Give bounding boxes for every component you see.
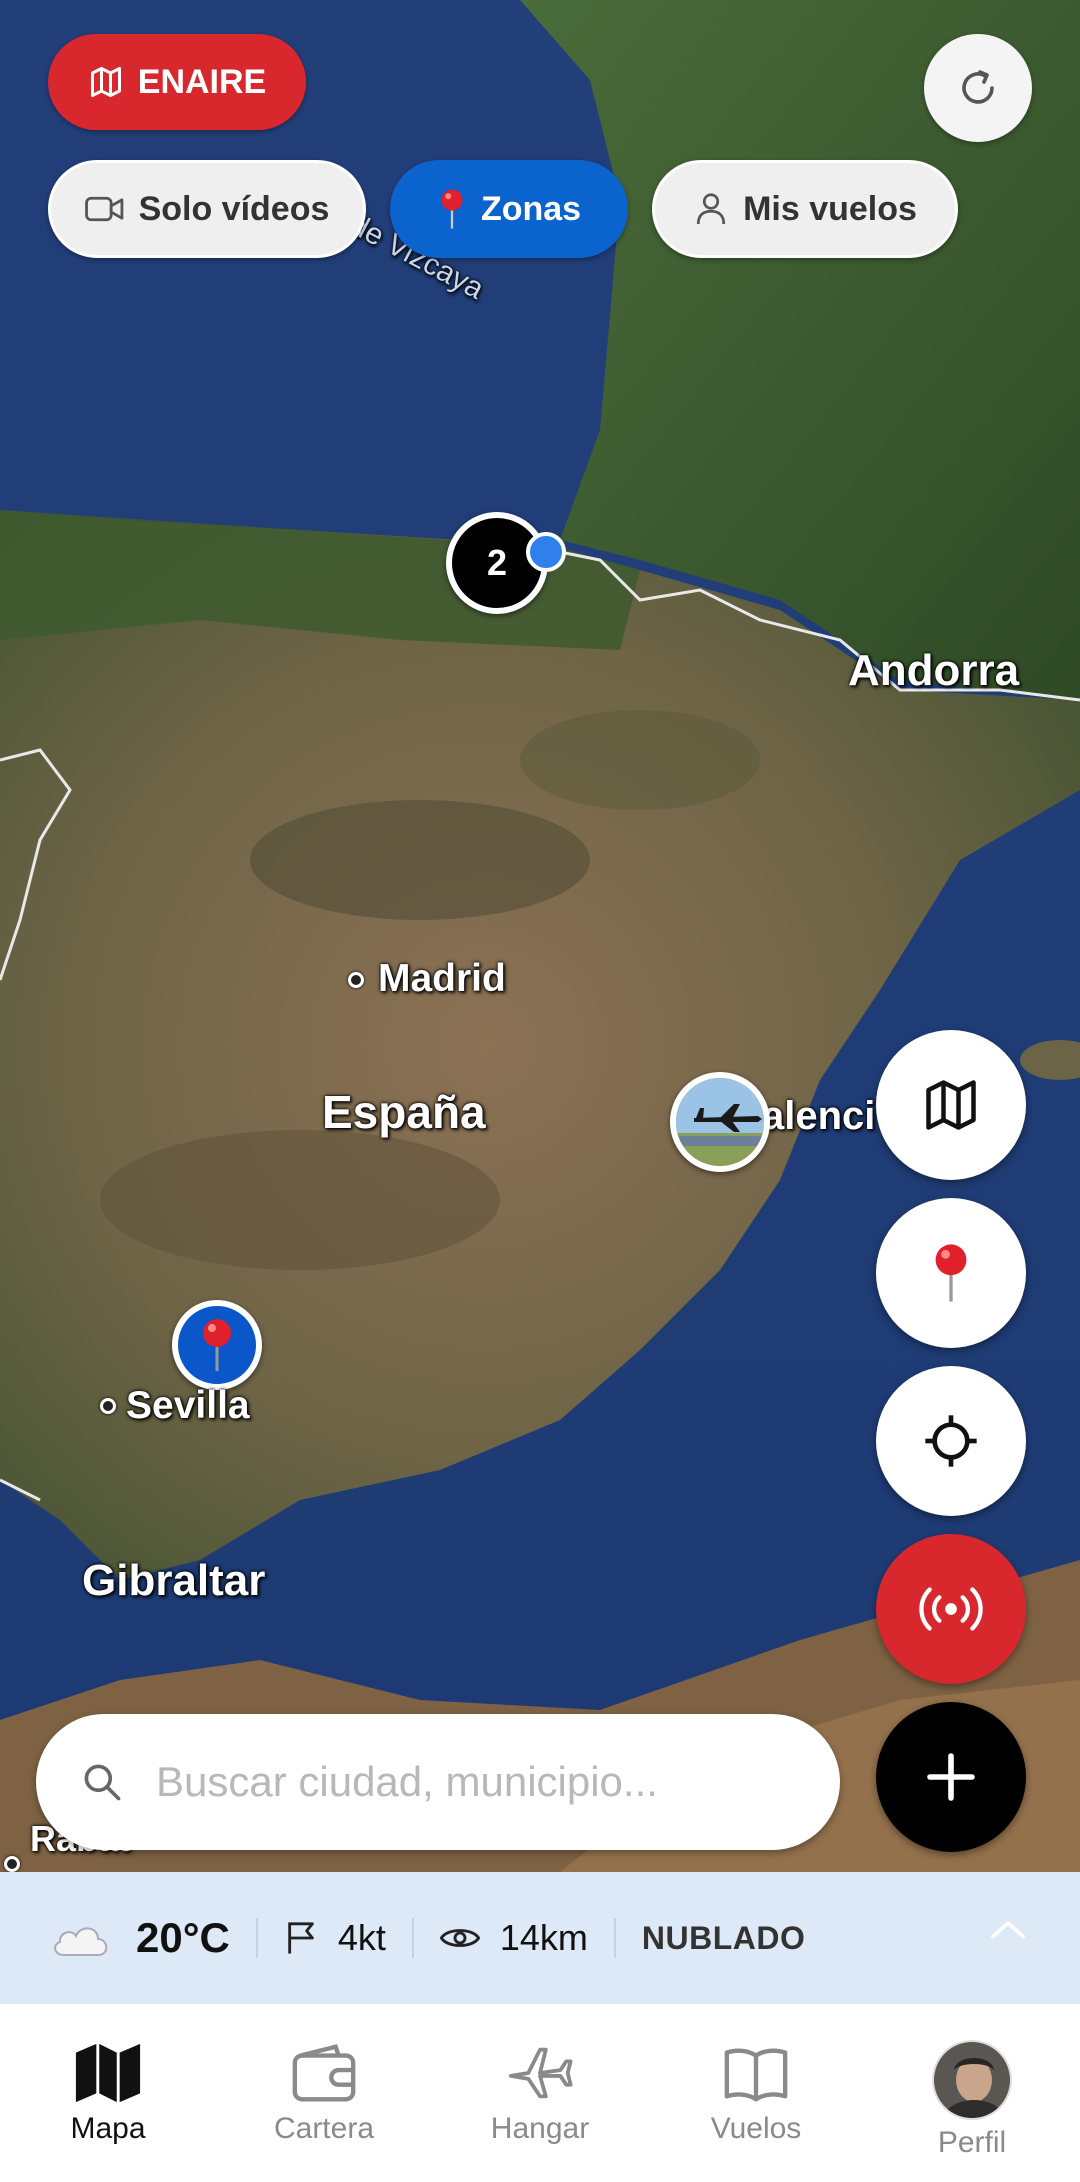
cluster-count: 2	[486, 542, 508, 583]
map-icon	[75, 2043, 141, 2103]
nav-item-vuelos[interactable]: Vuelos	[648, 2004, 864, 2182]
person-icon	[696, 193, 726, 225]
enaire-label: ENAIRE	[137, 62, 267, 101]
eye-icon	[439, 1929, 480, 1947]
weather-visibility: 14km	[499, 1917, 588, 1958]
map-label-andorra: Andorra	[848, 646, 1020, 695]
nav-label-vuelos: Vuelos	[710, 2112, 802, 2145]
filter-solo-videos[interactable]: Solo vídeos	[48, 160, 366, 258]
search-bar[interactable]	[36, 1714, 840, 1850]
nav-item-perfil[interactable]: Perfil	[864, 2004, 1080, 2182]
broadcast-icon	[919, 1587, 983, 1631]
plus-icon	[927, 1753, 975, 1801]
weather-wind: 4kt	[337, 1917, 386, 1958]
refresh-button[interactable]	[924, 34, 1032, 142]
video-camera-icon	[84, 196, 123, 222]
nav-item-mapa[interactable]: Mapa	[0, 2004, 216, 2182]
nav-label-perfil: Perfil	[937, 2126, 1007, 2159]
flag-icon	[288, 1922, 314, 1954]
filter-solo-videos-label: Solo vídeos	[138, 189, 330, 228]
weather-temperature: 20°C	[136, 1914, 230, 1961]
filter-zonas[interactable]: Zonas	[390, 160, 628, 258]
nav-item-cartera[interactable]: Cartera	[216, 2004, 432, 2182]
filter-mis-vuelos-label: Mis vuelos	[743, 189, 917, 228]
search-input[interactable]	[156, 1758, 756, 1806]
divider	[613, 1918, 616, 1958]
nav-item-hangar[interactable]: Hangar	[432, 2004, 648, 2182]
add-button[interactable]	[876, 1702, 1026, 1852]
live-broadcast-button[interactable]	[876, 1534, 1026, 1684]
chevron-up-icon[interactable]	[990, 1918, 1026, 1940]
book-icon	[724, 2048, 788, 2102]
airplane-icon	[508, 2047, 573, 2099]
wallet-icon	[292, 2044, 356, 2102]
flight-marker[interactable]	[670, 1072, 770, 1172]
city-dot-sevilla	[100, 1398, 116, 1414]
map-layers-button[interactable]	[876, 1030, 1026, 1180]
cluster-location-badge	[526, 532, 566, 572]
cloud-icon	[54, 1927, 108, 1956]
search-icon	[84, 1764, 121, 1801]
city-dot-madrid	[348, 972, 364, 988]
nav-label-mapa: Mapa	[70, 2112, 146, 2145]
zone-pin-marker[interactable]	[172, 1300, 262, 1390]
map-label-espana: España	[322, 1086, 486, 1138]
city-dot-rabat	[4, 1856, 20, 1872]
map-label-sevilla: Sevilla	[126, 1384, 250, 1427]
avatar	[932, 2040, 1012, 2120]
map-label-gibraltar: Gibraltar	[82, 1556, 266, 1605]
red-pin-icon	[441, 189, 463, 229]
red-pin-icon	[935, 1244, 967, 1302]
map-icon	[90, 67, 121, 97]
map-label-madrid: Madrid	[378, 957, 506, 1000]
map-layers-icon	[926, 1080, 976, 1130]
map-label-valencia: alenci	[762, 1094, 876, 1138]
filter-mis-vuelos[interactable]: Mis vuelos	[652, 160, 958, 258]
filter-zonas-label: Zonas	[480, 189, 582, 228]
divider	[411, 1918, 414, 1958]
red-pin-icon	[203, 1319, 231, 1371]
my-location-button[interactable]	[876, 1366, 1026, 1516]
nav-label-cartera: Cartera	[273, 2112, 375, 2145]
refresh-icon	[962, 70, 994, 104]
divider	[255, 1918, 258, 1958]
enaire-button[interactable]: ENAIRE	[48, 34, 306, 130]
nav-label-hangar: Hangar	[490, 2112, 590, 2145]
add-zone-pin-button[interactable]	[876, 1198, 1026, 1348]
profile-photo-icon	[934, 2042, 1010, 2118]
weather-condition: NUBLADO	[641, 1919, 806, 1956]
bottom-navigation: Mapa Cartera Hangar Vuelos Perfil	[0, 2004, 1080, 2182]
crosshair-icon	[925, 1415, 977, 1467]
weather-bar[interactable]: 20°C 4kt 14km NUBLADO	[0, 1872, 1080, 2004]
